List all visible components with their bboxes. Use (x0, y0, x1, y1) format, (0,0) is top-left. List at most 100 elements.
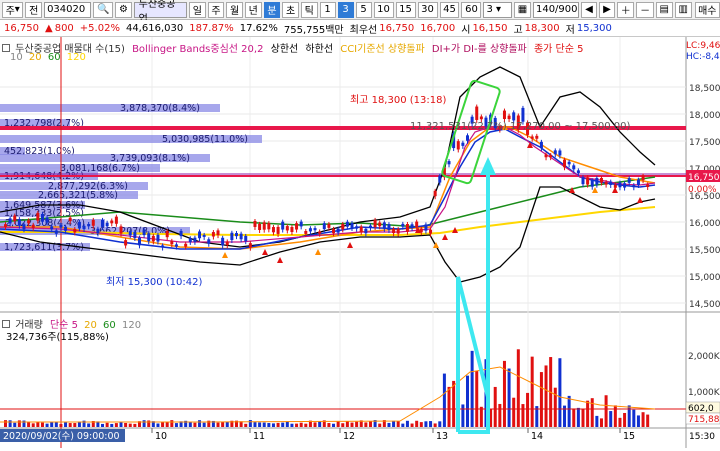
period-second[interactable]: 초 (282, 1, 299, 18)
interval-30[interactable]: 30 (417, 1, 438, 18)
stock-code-input[interactable]: 034020 (44, 1, 92, 18)
period-week[interactable]: 주 (207, 1, 225, 18)
period-minute[interactable]: 분 (263, 1, 281, 18)
settings-icon[interactable]: ⚙ (115, 1, 132, 18)
candle-body (327, 224, 331, 228)
candle-body (36, 212, 40, 221)
zoom-in-icon[interactable]: ＋ (616, 1, 635, 18)
candle-body (50, 226, 54, 230)
scroll-right-icon[interactable]: ▶ (598, 1, 615, 18)
candle-body (281, 221, 285, 230)
zoom-out-icon[interactable]: － (636, 1, 654, 18)
time-tick: 14 (531, 431, 543, 442)
volume-bar (128, 423, 132, 427)
time-tick: 13 (436, 431, 448, 442)
candle-body (581, 177, 585, 185)
chart-area[interactable]: 3,878,370(8.4%) 1,232,798(2.7%) 5,030,985(… (0, 37, 720, 448)
market-type-select[interactable]: 주 ▾ (2, 1, 24, 18)
volume-profile-label: 5,030,985(11.0%) (162, 134, 248, 145)
candle-body (133, 231, 137, 239)
candle-body (544, 154, 548, 158)
candle-body (461, 142, 465, 146)
layout-icon[interactable]: ▥ (674, 1, 692, 18)
volume-bar (31, 423, 35, 427)
volume-bar (8, 420, 12, 427)
volume-bar (512, 397, 516, 427)
high-value: 18,300 (524, 22, 560, 34)
current-price: 16,750 (4, 22, 39, 34)
candle-body (308, 228, 312, 232)
ma-20-label: 20 (28, 52, 42, 63)
stock-name[interactable]: 두산중공업 (133, 0, 187, 25)
candle-body (64, 226, 68, 231)
interval-45[interactable]: 45 (439, 1, 460, 18)
candle-body (188, 238, 192, 242)
candle-body (410, 224, 414, 229)
candle-body (382, 222, 386, 229)
vol-tag-7: 715,88 (688, 415, 720, 425)
candle-body (248, 243, 252, 248)
volume-bar (156, 423, 160, 427)
volume-bar (595, 415, 599, 427)
volume-bar (253, 422, 257, 427)
ma-60-label: 60 (47, 52, 61, 63)
candle-body (299, 221, 303, 227)
candle-body (96, 228, 100, 234)
interval-select[interactable]: 3 ▾ (483, 1, 513, 18)
volume-bar (59, 423, 63, 427)
candle-body (313, 228, 317, 231)
grid-icon[interactable]: ▤ (655, 1, 673, 18)
count-input[interactable]: 140/900 (532, 1, 579, 18)
volume-bar (581, 408, 585, 427)
period-tick[interactable]: 틱 (300, 1, 318, 18)
candle-body (341, 223, 345, 230)
hc-label: HC:-8,4 (686, 52, 720, 62)
chart-svg[interactable]: 3,878,370(8.4%)1,232,798(2.7%)5,030,985(… (0, 37, 720, 448)
scroll-left-icon[interactable]: ◀ (580, 1, 597, 18)
prev-button[interactable]: 전 (25, 1, 43, 18)
trade-amount: 755,755백만 (283, 24, 344, 36)
interval-5[interactable]: 5 (355, 1, 372, 18)
interval-60[interactable]: 60 (461, 1, 482, 18)
legend-close: 종가 단순 5 (533, 44, 584, 55)
buy-button[interactable]: 매수 (694, 1, 720, 18)
volume-bar (576, 407, 580, 427)
volume-bar (248, 420, 252, 427)
period-day[interactable]: 일 (188, 1, 206, 18)
candle-body (244, 235, 248, 242)
volume-value: 324,736주(115,88%) (6, 332, 109, 343)
volume-bar (632, 409, 636, 427)
period-year[interactable]: 년 (244, 1, 262, 18)
interval-3[interactable]: 3 (337, 1, 354, 18)
time-tick: 12 (343, 431, 355, 442)
period-month[interactable]: 월 (226, 1, 243, 18)
change-value: 800 (54, 22, 74, 34)
candle-body (567, 161, 571, 165)
candle-body (373, 219, 377, 228)
chart-tool-icon[interactable]: ▦ (514, 1, 531, 18)
interval-10[interactable]: 10 (373, 1, 394, 18)
candle-body (345, 221, 349, 227)
interval-15[interactable]: 15 (395, 1, 416, 18)
volume-bar (304, 423, 308, 427)
candle-body (174, 244, 178, 247)
volume-bar (470, 350, 474, 427)
price-tick: 18,000 (689, 111, 720, 121)
toolbar: 주 ▾ 전 034020 🔍 ⚙ 두산중공업 일 주 월 년 분 초 틱 1 3 … (0, 0, 720, 25)
price-axis: 18,50018,00017,50017,00016,50016,00015,5… (689, 84, 720, 310)
volume-bar (415, 420, 419, 427)
volume-bar (50, 422, 54, 427)
max-label: 최고 18,300 (13:18) (350, 94, 446, 106)
lc-label: LC:9,46 (686, 41, 720, 51)
volume-bar (526, 392, 530, 427)
candle-body (553, 150, 557, 155)
volume-bar (355, 421, 359, 427)
candle-body (368, 225, 372, 228)
volume-bar (368, 421, 372, 427)
candle-body (359, 226, 363, 232)
volume-bar (345, 421, 349, 427)
search-icon[interactable]: 🔍 (93, 1, 114, 18)
interval-1[interactable]: 1 (319, 1, 336, 18)
volume-bar (142, 420, 146, 427)
legend-di: DI+가 DI-를 상향돌파 (431, 44, 527, 55)
